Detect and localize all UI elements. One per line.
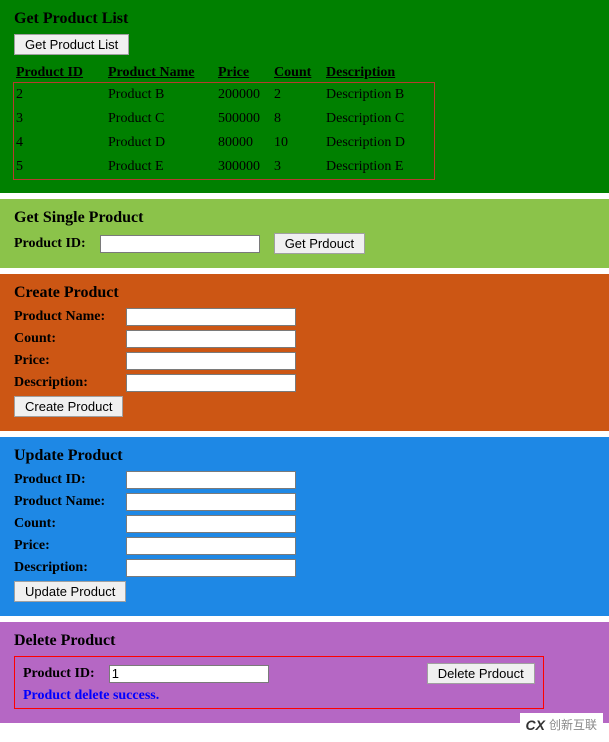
update-desc-label: Description:	[14, 560, 126, 576]
single-id-input[interactable]	[100, 235, 260, 253]
delete-title: Delete Product	[14, 632, 595, 650]
cell-desc: Description B	[324, 83, 434, 107]
table-row: 2Product B2000002Description B	[14, 83, 434, 107]
create-count-label: Count:	[14, 331, 126, 347]
update-id-label: Product ID:	[14, 472, 126, 488]
col-product-name: Product Name	[106, 63, 216, 83]
create-product-panel: Create Product Product Name: Count: Pric…	[0, 274, 609, 431]
cell-price: 200000	[216, 83, 272, 107]
watermark-logo: CX	[526, 717, 545, 733]
col-description: Description	[324, 63, 434, 83]
get-single-product-button[interactable]: Get Prdouct	[274, 233, 365, 254]
table-row: 3Product C5000008Description C	[14, 107, 434, 131]
cell-count: 3	[272, 155, 324, 179]
create-title: Create Product	[14, 284, 595, 302]
update-count-input[interactable]	[126, 515, 296, 533]
create-desc-label: Description:	[14, 375, 126, 391]
create-name-label: Product Name:	[14, 309, 126, 325]
cell-desc: Description C	[324, 107, 434, 131]
watermark-text: 创新互联	[549, 716, 597, 733]
cell-price: 300000	[216, 155, 272, 179]
table-row: 4Product D8000010Description D	[14, 131, 434, 155]
delete-id-input[interactable]	[109, 665, 269, 683]
update-title: Update Product	[14, 447, 595, 465]
product-table: Product ID Product Name Price Count Desc…	[14, 63, 434, 179]
update-product-button[interactable]: Update Product	[14, 581, 126, 602]
cell-id: 4	[14, 131, 106, 155]
cell-id: 3	[14, 107, 106, 131]
get-list-title: Get Product List	[14, 10, 595, 28]
col-product-id: Product ID	[14, 63, 106, 83]
watermark: CX 创新互联	[520, 713, 603, 736]
create-product-button[interactable]: Create Product	[14, 396, 123, 417]
delete-status-message: Product delete success.	[23, 688, 535, 704]
get-product-list-button[interactable]: Get Product List	[14, 34, 129, 55]
cell-desc: Description E	[324, 155, 434, 179]
cell-count: 10	[272, 131, 324, 155]
update-product-panel: Update Product Product ID: Product Name:…	[0, 437, 609, 616]
delete-highlight-box: Product ID: Delete Prdouct Product delet…	[14, 656, 544, 709]
get-single-title: Get Single Product	[14, 209, 595, 227]
create-name-input[interactable]	[126, 308, 296, 326]
update-price-input[interactable]	[126, 537, 296, 555]
cell-name: Product C	[106, 107, 216, 131]
update-price-label: Price:	[14, 538, 126, 554]
single-id-label: Product ID:	[14, 236, 86, 252]
update-desc-input[interactable]	[126, 559, 296, 577]
delete-id-label: Product ID:	[23, 666, 95, 682]
update-name-label: Product Name:	[14, 494, 126, 510]
delete-product-panel: Delete Product Product ID: Delete Prdouc…	[0, 622, 609, 723]
cell-name: Product D	[106, 131, 216, 155]
cell-count: 8	[272, 107, 324, 131]
update-count-label: Count:	[14, 516, 126, 532]
create-price-label: Price:	[14, 353, 126, 369]
col-count: Count	[272, 63, 324, 83]
cell-name: Product E	[106, 155, 216, 179]
get-single-product-panel: Get Single Product Product ID: Get Prdou…	[0, 199, 609, 268]
cell-price: 500000	[216, 107, 272, 131]
cell-id: 2	[14, 83, 106, 107]
table-row: 5Product E3000003Description E	[14, 155, 434, 179]
col-price: Price	[216, 63, 272, 83]
create-price-input[interactable]	[126, 352, 296, 370]
cell-desc: Description D	[324, 131, 434, 155]
cell-price: 80000	[216, 131, 272, 155]
delete-product-button[interactable]: Delete Prdouct	[427, 663, 535, 684]
table-header-row: Product ID Product Name Price Count Desc…	[14, 63, 434, 83]
create-count-input[interactable]	[126, 330, 296, 348]
cell-id: 5	[14, 155, 106, 179]
cell-count: 2	[272, 83, 324, 107]
cell-name: Product B	[106, 83, 216, 107]
update-name-input[interactable]	[126, 493, 296, 511]
get-product-list-panel: Get Product List Get Product List Produc…	[0, 0, 609, 193]
create-desc-input[interactable]	[126, 374, 296, 392]
update-id-input[interactable]	[126, 471, 296, 489]
